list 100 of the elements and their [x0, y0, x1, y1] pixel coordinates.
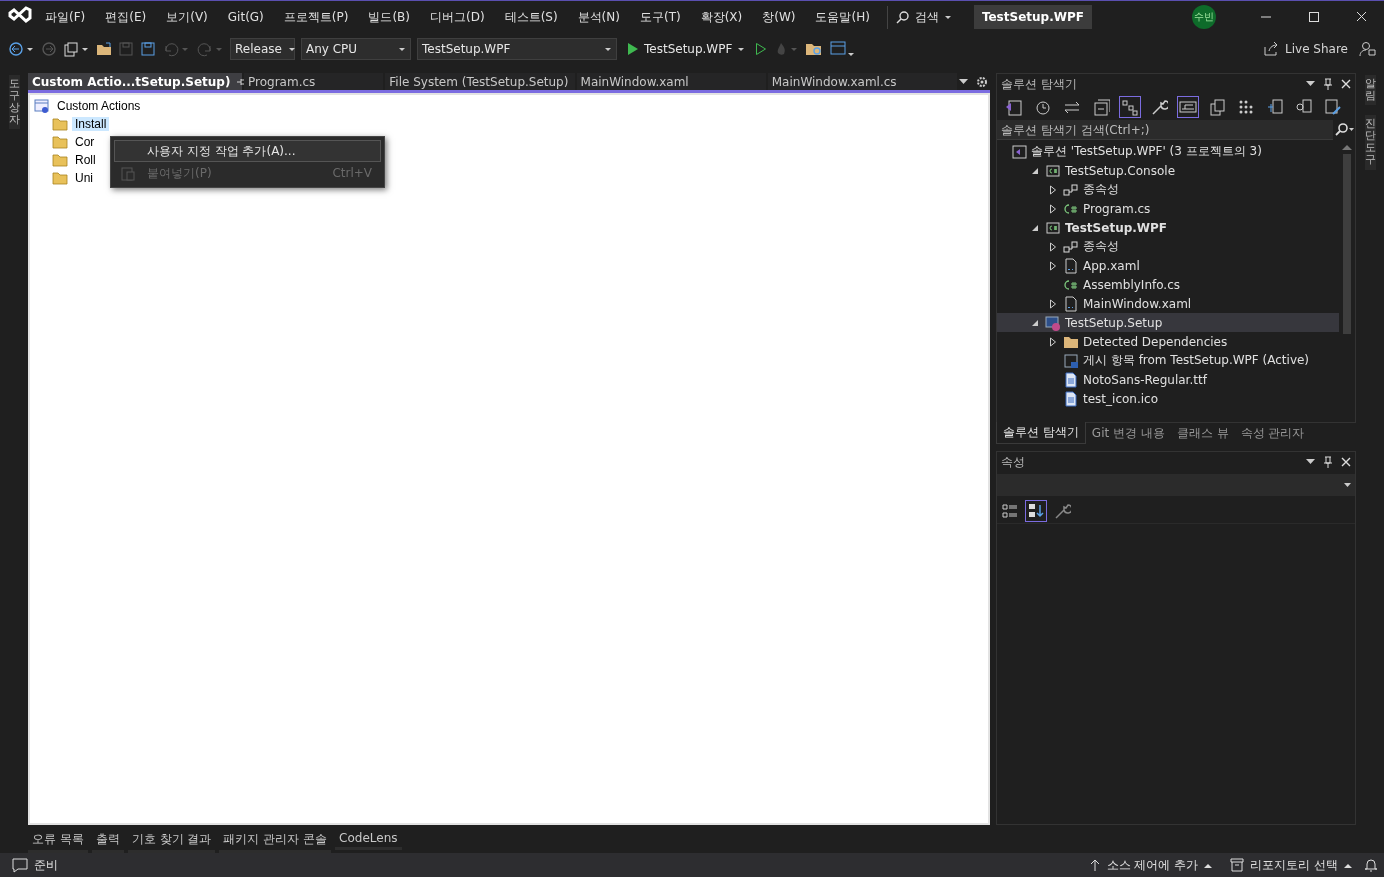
- feedback-icon[interactable]: [1358, 41, 1376, 57]
- collapse-icon: [1092, 98, 1110, 116]
- caret-icon: [287, 46, 296, 52]
- back-icon[interactable]: [8, 41, 36, 57]
- play-outline-icon[interactable]: [755, 42, 768, 56]
- close-icon[interactable]: [1341, 79, 1351, 89]
- menu-item[interactable]: 테스트(S): [495, 5, 567, 29]
- wrench-icon: [1150, 98, 1168, 116]
- expanded-arrow-icon[interactable]: [1031, 223, 1039, 232]
- document-tab[interactable]: MainWindow.xaml.cs: [767, 73, 957, 90]
- status-message: 준비: [34, 856, 58, 874]
- tree-item[interactable]: Roll: [72, 153, 99, 167]
- menu-item[interactable]: 도구(T): [630, 5, 690, 29]
- document-tab[interactable]: Custom Actio...tSetup.Setup): [28, 73, 242, 90]
- history-icon: [1034, 98, 1052, 116]
- copy-icon: [1208, 98, 1226, 116]
- panel-tab[interactable]: Git 변경 내용: [1085, 422, 1171, 444]
- tree-item[interactable]: TestSetup.Setup: [997, 313, 1339, 332]
- settings-icon[interactable]: [976, 75, 988, 88]
- collapsed-arrow-icon[interactable]: [1049, 241, 1057, 252]
- collapsed-arrow-icon[interactable]: [1049, 260, 1057, 271]
- tree-item[interactable]: Install: [72, 117, 110, 131]
- collapsed-arrow-icon[interactable]: [1049, 203, 1057, 214]
- menu-item[interactable]: Git(G): [218, 7, 273, 27]
- menu-item[interactable]: 파일(F): [36, 5, 95, 29]
- home-icon: [1005, 98, 1023, 116]
- document-tab[interactable]: Program.cs: [244, 73, 384, 90]
- tree-item[interactable]: 게시 항목 from TestSetup.WPF (Active): [997, 351, 1339, 370]
- new-project-icon[interactable]: [62, 41, 90, 57]
- caret-icon[interactable]: [1306, 459, 1315, 465]
- bell-icon[interactable]: [1364, 858, 1378, 872]
- pin-icon[interactable]: [1323, 78, 1333, 90]
- document-tab[interactable]: MainWindow.xaml: [576, 73, 766, 90]
- scrollbar-thumb[interactable]: [1343, 154, 1351, 334]
- save-all-icon[interactable]: [140, 41, 156, 57]
- tree-item[interactable]: Cor: [72, 135, 98, 149]
- menu-item[interactable]: 분석(N): [568, 5, 629, 29]
- tree-item[interactable]: TestSetup.Console: [997, 161, 1339, 180]
- setup-project-icon: [1045, 314, 1061, 331]
- bottom-tab[interactable]: CodeLens: [335, 829, 402, 850]
- run-button[interactable]: TestSetup.WPF: [623, 40, 750, 58]
- folder-icon[interactable]: [96, 41, 112, 57]
- tree-item[interactable]: MainWindow.xaml: [997, 294, 1339, 313]
- menu-item[interactable]: 도움말(H): [806, 5, 879, 29]
- configuration-dropdown[interactable]: Release: [230, 38, 295, 60]
- caret-icon: [737, 46, 746, 52]
- menu-item[interactable]: 디버그(D): [421, 5, 494, 29]
- categorized-icon[interactable]: [1001, 501, 1019, 520]
- menu-item[interactable]: 확장(X): [691, 5, 752, 29]
- tree-item[interactable]: NotoSans-Regular.ttf: [997, 370, 1339, 389]
- pin-icon[interactable]: [1323, 456, 1333, 468]
- panel-tab[interactable]: 속성 관리자: [1234, 422, 1311, 444]
- scroll-up-icon[interactable]: [1342, 144, 1352, 150]
- menu-item[interactable]: 편집(E): [96, 5, 156, 29]
- expanded-arrow-icon[interactable]: [1031, 318, 1039, 327]
- window-layout-icon[interactable]: [829, 40, 856, 58]
- toolbox-tab[interactable]: 도구 상자: [8, 75, 20, 130]
- menu-item[interactable]: 사용자 지정 작업 추가(A)...: [114, 140, 381, 162]
- side-tab[interactable]: 알림: [1364, 75, 1376, 106]
- startup-project-dropdown[interactable]: TestSetup.WPF: [417, 38, 617, 60]
- account-avatar[interactable]: 수빈: [1192, 5, 1216, 29]
- tree-item[interactable]: TestSetup.WPF: [997, 218, 1339, 237]
- collapsed-arrow-icon[interactable]: [1049, 184, 1057, 195]
- toolbar-button[interactable]: [1025, 499, 1047, 522]
- panel-tab[interactable]: 클래스 뷰: [1170, 422, 1235, 444]
- tree-item[interactable]: test_icon.ico: [997, 389, 1339, 408]
- collapsed-arrow-icon[interactable]: [1049, 298, 1057, 309]
- expanded-arrow-icon[interactable]: [1031, 166, 1039, 175]
- search-icon: [895, 10, 910, 24]
- live-share-button[interactable]: Live Share: [1259, 39, 1352, 59]
- tree-item[interactable]: Program.cs: [997, 199, 1339, 218]
- tree-item[interactable]: App.xaml: [997, 256, 1339, 275]
- menu-item[interactable]: 프로젝트(P): [274, 5, 358, 29]
- menu-item[interactable]: 창(W): [753, 5, 805, 29]
- search-button[interactable]: 검색: [886, 5, 960, 29]
- platform-dropdown[interactable]: Any CPU: [301, 38, 411, 60]
- tree-item[interactable]: Detected Dependencies: [997, 332, 1339, 351]
- repository-button[interactable]: 리포지토리 선택: [1224, 856, 1358, 874]
- pin-icon[interactable]: [236, 76, 247, 87]
- side-tab[interactable]: 진단 도구: [1364, 115, 1376, 170]
- collapsed-arrow-icon[interactable]: [1049, 336, 1057, 347]
- tree-item[interactable]: 솔루션 'TestSetup.WPF' (3 프로젝트의 3): [997, 142, 1339, 161]
- wrench-icon[interactable]: [1053, 501, 1071, 520]
- tree-item[interactable]: 종속성: [997, 237, 1339, 256]
- caret-icon[interactable]: [959, 78, 968, 85]
- tree-item[interactable]: 종속성: [997, 180, 1339, 199]
- search-field[interactable]: 솔루션 탐색기 검색(Ctrl+;): [997, 120, 1333, 140]
- toolbar-button[interactable]: [1119, 96, 1141, 118]
- document-tab[interactable]: File System (TestSetup.Setup): [385, 73, 575, 90]
- tree-item[interactable]: AssemblyInfo.cs: [997, 275, 1339, 294]
- menu-item[interactable]: 보기(V): [157, 5, 217, 29]
- close-icon[interactable]: [1341, 457, 1351, 467]
- tree-item[interactable]: Custom Actions: [54, 99, 144, 113]
- source-control-button[interactable]: 소스 제어에 추가: [1082, 856, 1219, 874]
- folder-search-icon[interactable]: [805, 41, 824, 57]
- menu-item[interactable]: 빌드(B): [359, 5, 419, 29]
- tree-item[interactable]: Uni: [72, 171, 96, 185]
- caret-icon[interactable]: [1306, 81, 1315, 87]
- grid-icon: [1237, 98, 1255, 116]
- panel-tab[interactable]: 솔루션 탐색기: [996, 422, 1086, 444]
